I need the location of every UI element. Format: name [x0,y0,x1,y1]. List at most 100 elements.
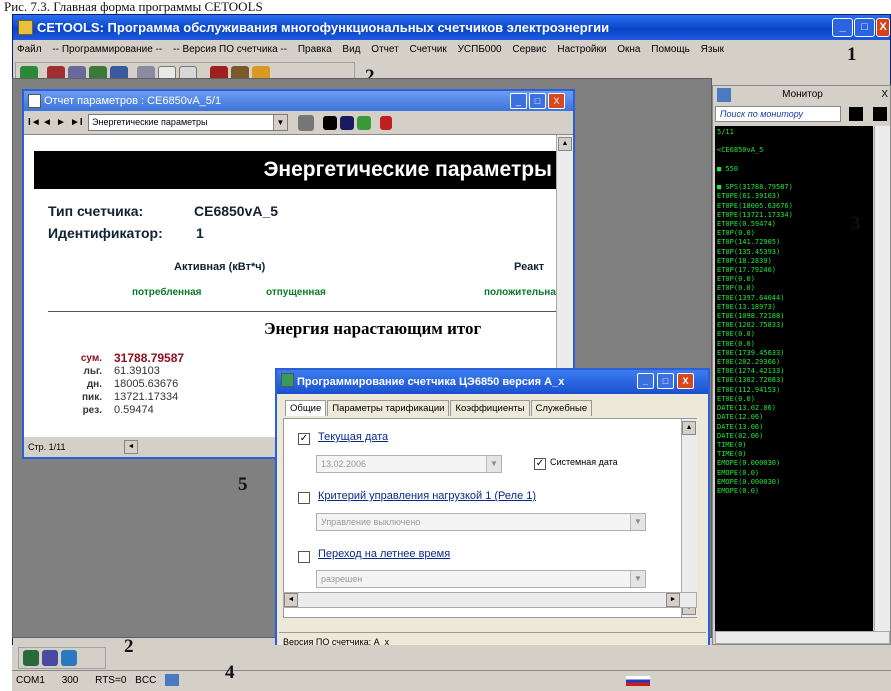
programming-title-bar: Программирование счетчика ЦЭ6850 версия … [277,370,708,394]
positive-label: положительна [484,287,556,298]
menu-programming[interactable]: -- Программирование -- [52,44,162,55]
programming-window: Программирование счетчика ЦЭ6850 версия … [275,368,710,655]
general-vscrollbar[interactable]: ▲ ▼ [681,419,697,617]
last-page-button[interactable]: ►I [70,117,84,128]
meter-icon [281,373,294,387]
system-date-label: Системная дата [550,457,618,467]
scroll-right-icon[interactable]: ► [666,593,680,607]
monitor-line: 5/11 [717,128,734,136]
current-date-field[interactable]: 13.02.2006 ▼ [316,455,502,473]
monitor-line: ET0E(1302.72083) [717,376,785,385]
monitor-hscrollbar[interactable] [715,631,890,644]
callout-3: 3 [851,213,861,234]
prog-close-button[interactable]: X [677,373,694,389]
monitor-line: ET0P(18.2839) [717,256,772,265]
menu-settings[interactable]: Настройки [557,44,606,55]
report-section-select[interactable]: Энергетические параметры ▼ [88,114,288,131]
menu-windows[interactable]: Окна [617,44,640,55]
monitor-line: ET0E(1397.64044) [717,293,785,302]
menu-view[interactable]: Вид [342,44,360,55]
monitor-line: ET0P(135.45393) [717,247,781,256]
monitor-title: Монитор [782,89,823,100]
scroll-up-icon[interactable]: ▲ [558,137,572,151]
general-panel: ✓ Текущая дата 13.02.2006 ▼ ✓ Системная … [283,418,697,618]
system-date-checkbox[interactable]: ✓ [534,458,546,470]
menu-usp[interactable]: УСПБ000 [458,44,502,55]
binoculars-icon[interactable] [849,107,863,121]
tab-general[interactable]: Общие [285,400,327,416]
language-flag-icon[interactable] [626,676,650,686]
first-page-button[interactable]: I◄ [28,117,42,128]
chevron-down-icon[interactable]: ▼ [630,571,645,587]
report-nav-bar: I◄ ◄ ► ►I Энергетические параметры ▼ [24,111,573,135]
monitor-line [717,156,871,165]
prog-minimize-button[interactable]: _ [637,373,654,389]
bottom-dock [12,645,891,670]
summer-time-field[interactable]: разрешен ▼ [316,570,646,588]
row-value-peak: 13721.17334 [114,391,179,403]
monitor-search-input[interactable]: Поиск по монитору [715,106,841,122]
print-icon[interactable] [298,114,314,131]
page-indicator: Стр. 1/11 [28,442,66,452]
monitor-line: DATE(13.06) [717,422,764,431]
menu-language[interactable]: Язык [701,44,724,55]
menu-file[interactable]: Файл [17,44,42,55]
monitor-toggle-icon[interactable] [61,650,77,666]
id-label: Идентификатор: [48,225,163,241]
chevron-down-icon[interactable]: ▼ [630,514,645,530]
monitor-line: ET0E(0.0) [717,394,755,403]
monitor-line: DATE(12.06) [717,413,764,422]
scroll-top-icon[interactable] [873,107,887,121]
find-icon[interactable] [323,115,337,130]
report-close-button[interactable]: X [548,93,565,109]
menu-help[interactable]: Помощь [651,44,690,55]
scroll-up-icon[interactable]: ▲ [682,421,696,435]
open-icon[interactable] [357,115,371,130]
next-page-button[interactable]: ► [56,117,70,128]
save-icon[interactable] [340,115,354,130]
status-baud: 300 [61,675,79,686]
monitor-line: ■ SPS(31788.79587) [717,183,793,192]
menu-report[interactable]: Отчет [371,44,398,55]
monitor-line: DATE(02.06) [717,431,764,440]
close-button[interactable]: X [876,18,890,37]
users-icon[interactable] [42,650,58,666]
general-hscrollbar[interactable]: ◄ ► [283,592,697,608]
meter-type-label: Тип счетчика: [48,203,144,219]
export-icon[interactable] [380,115,392,130]
filter-icon[interactable] [23,650,39,666]
load-control-checkbox[interactable] [298,492,310,504]
current-date-checkbox[interactable]: ✓ [298,433,310,445]
prev-page-button[interactable]: ◄ [42,117,56,128]
monitor-line: EMOPE(0.0) [717,486,760,495]
monitor-log[interactable]: 5/11 <CE6850vA_5 ■ 550 ■ SPS(31788.79587… [715,126,873,631]
menu-version[interactable]: -- Версия ПО счетчика -- [173,44,287,55]
monitor-line: ■ 550 [717,164,739,173]
report-minimize-button[interactable]: _ [510,93,527,109]
maximize-button[interactable]: □ [854,18,875,37]
tab-tariff[interactable]: Параметры тарификации [327,400,450,416]
menu-edit[interactable]: Правка [298,44,332,55]
load-control-field[interactable]: Управление выключено ▼ [316,513,646,531]
tab-service[interactable]: Служебные [530,400,593,416]
chevron-down-icon[interactable]: ▼ [486,456,501,472]
monitor-line: <CE6850vA_5 [717,146,764,155]
monitor-vscrollbar[interactable] [874,126,890,631]
minimize-button[interactable]: _ [832,18,853,37]
summer-time-checkbox[interactable] [298,551,310,563]
report-maximize-button[interactable]: □ [529,93,546,109]
row-value-benefit: 61.39103 [114,365,160,377]
menu-service[interactable]: Сервис [512,44,546,55]
reactive-energy-label: Реакт [514,261,545,273]
scroll-left-icon[interactable]: ◄ [124,440,138,454]
monitor-close-icon[interactable]: X [881,86,888,104]
row-label-benefit: льг. [83,366,102,377]
prog-maximize-button[interactable]: □ [657,373,674,389]
figure-caption: Рис. 7.3. Главная форма программы CETOOL… [4,0,263,14]
tab-coefficients[interactable]: Коэффициенты [450,400,530,416]
status-port: COM1 [16,675,45,686]
chevron-down-icon[interactable]: ▼ [273,115,287,130]
scroll-left-icon[interactable]: ◄ [284,593,298,607]
row-label-sum: сум. [80,353,102,364]
menu-meter[interactable]: Счетчик [409,44,446,55]
